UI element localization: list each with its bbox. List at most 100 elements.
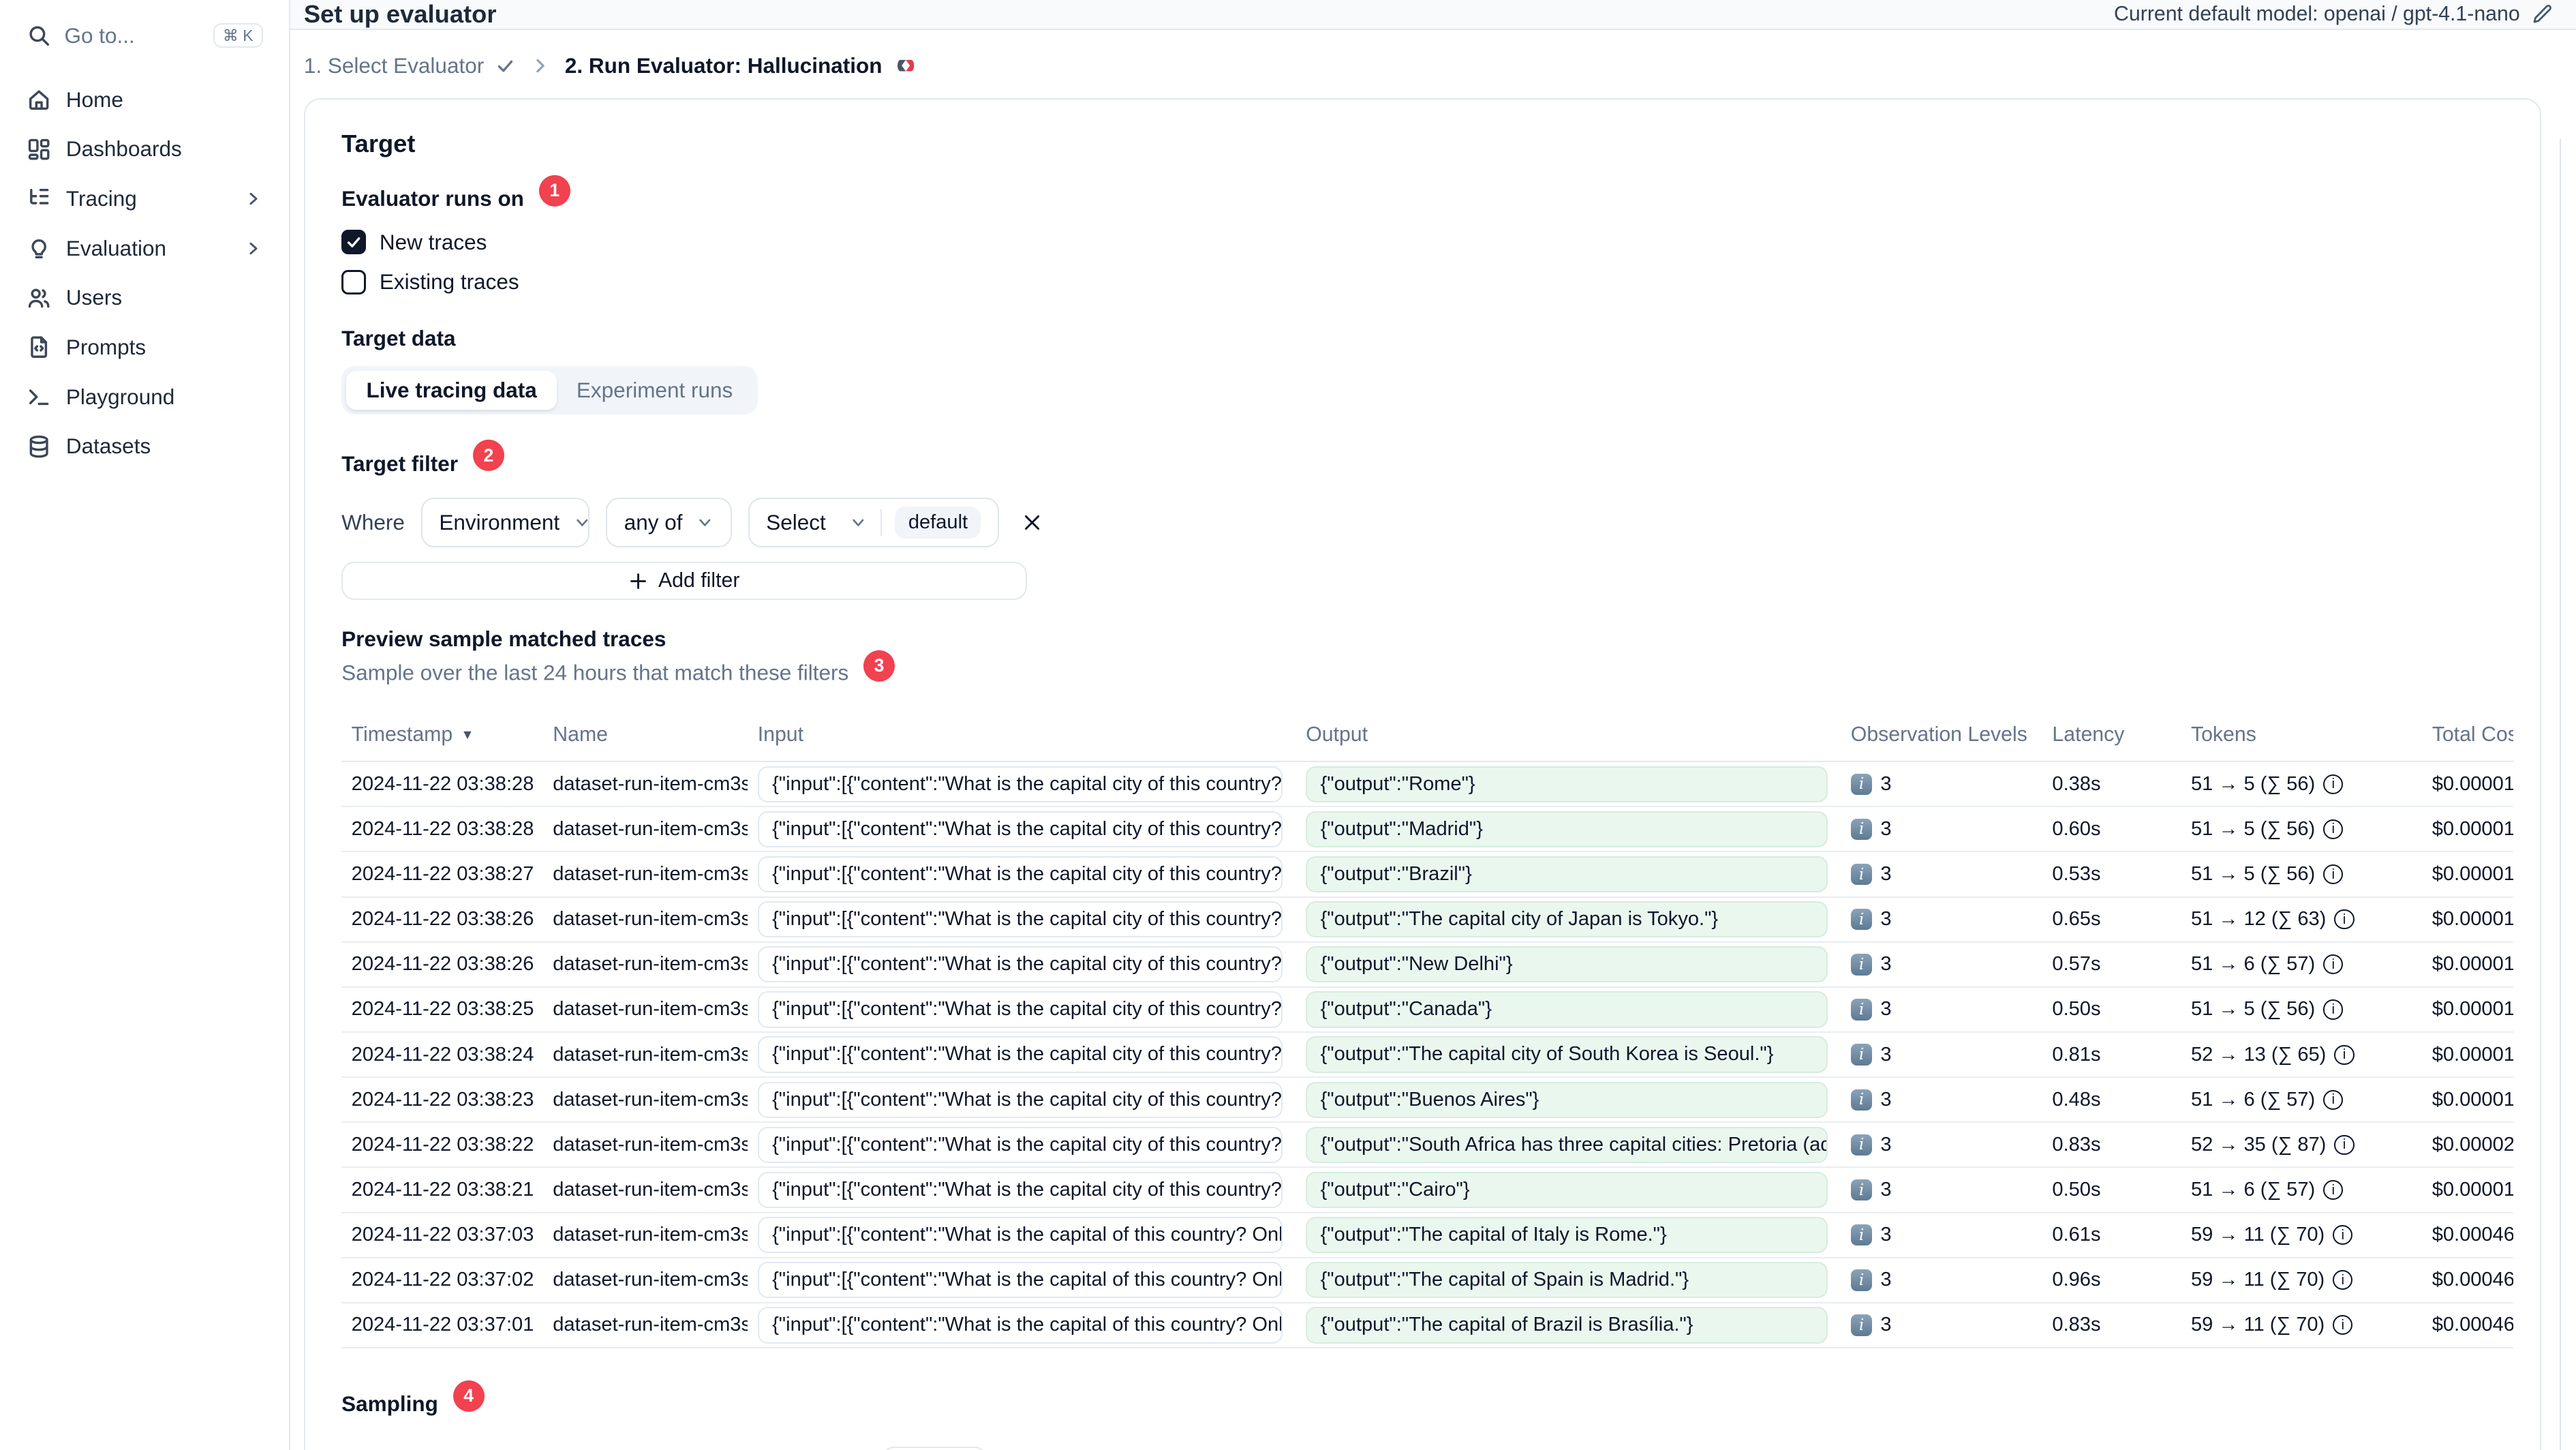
cell-timestamp: 2024-11-22 03:38:23 [351,1088,534,1111]
cell-output[interactable]: {"output":"New Delhi"} [1306,946,1828,983]
add-filter-button[interactable]: Add filter [341,562,1027,601]
table-row[interactable]: 2024-11-22 03:38:28 dataset-run-item-cm3… [341,762,2514,808]
cell-output[interactable]: {"output":"Rome"} [1306,766,1828,802]
cell-input[interactable]: {"input":[{"content":"What is the capita… [757,1307,1283,1344]
column-header-observation-levels[interactable]: Observation Levels [1841,723,2042,746]
cell-output[interactable]: {"output":"The capital of Italy is Rome.… [1306,1217,1828,1254]
page-header: Set up evaluator Current default model: … [290,0,2576,30]
table-row[interactable]: 2024-11-22 03:37:01 dataset-run-item-cm3… [341,1303,2514,1349]
info-circle-icon[interactable]: i [2323,1180,2344,1200]
checkbox-existing-traces[interactable]: Existing traces [341,269,2513,294]
info-circle-icon[interactable]: i [2334,1044,2355,1065]
table-row[interactable]: 2024-11-22 03:38:21 dataset-run-item-cm3… [341,1168,2514,1213]
sidebar: Go to... ⌘ K Home Dashboards Tracing Eva… [0,0,291,1450]
cell-latency: 0.65s [2052,908,2101,931]
table-row[interactable]: 2024-11-22 03:38:22 dataset-run-item-cm3… [341,1123,2514,1168]
info-circle-icon[interactable]: i [2334,909,2355,930]
breadcrumb-step-1[interactable]: 1. Select Evaluator [304,53,515,78]
info-circle-icon[interactable]: i [2323,774,2344,794]
edit-pencil-icon[interactable] [2532,3,2554,25]
preview-title: Preview sample matched traces [341,626,666,651]
table-row[interactable]: 2024-11-22 03:38:23 dataset-run-item-cm3… [341,1078,2514,1123]
window-scrollbar[interactable] [2559,138,2562,1450]
cell-input[interactable]: {"input":[{"content":"What is the capita… [757,901,1283,938]
cell-input[interactable]: {"input":[{"content":"What is the capita… [757,856,1283,893]
info-circle-icon[interactable]: i [2323,954,2344,975]
remove-filter-button[interactable] [1015,506,1048,539]
table-row[interactable]: 2024-11-22 03:38:28 dataset-run-item-cm3… [341,807,2514,853]
cell-output[interactable]: {"output":"The capital of Brazil is Bras… [1306,1307,1828,1344]
table-row[interactable]: 2024-11-22 03:37:03 dataset-run-item-cm3… [341,1213,2514,1258]
info-circle-icon[interactable]: i [2333,1270,2353,1290]
column-header-tokens[interactable]: Tokens [2181,723,2422,746]
cell-tokens: 52 → 13 (∑ 65) [2190,1043,2327,1066]
cell-input[interactable]: {"input":[{"content":"What is the capita… [757,1126,1283,1164]
column-header-total-cost[interactable]: Total Cost [2422,723,2514,746]
sidebar-item-evaluation[interactable]: Evaluation [13,224,276,273]
sidebar-item-prompts[interactable]: Prompts [13,322,276,372]
info-circle-icon[interactable]: i [2323,864,2344,885]
table-row[interactable]: 2024-11-22 03:38:27 dataset-run-item-cm3… [341,852,2514,898]
cell-output[interactable]: {"output":"Brazil"} [1306,856,1828,893]
table-row[interactable]: 2024-11-22 03:38:26 dataset-run-item-cm3… [341,898,2514,943]
info-circle-icon[interactable]: i [2334,1134,2355,1155]
cell-name: dataset-run-item-cm3s4 [553,772,748,795]
cell-input[interactable]: {"input":[{"content":"What is the capita… [757,766,1283,802]
chevron-right-icon [530,56,550,76]
sidebar-item-datasets[interactable]: Datasets [13,421,276,471]
cell-output[interactable]: {"output":"South Africa has three capita… [1306,1126,1828,1164]
info-badge-icon: i [1850,908,1873,931]
table-row[interactable]: 2024-11-22 03:38:25 dataset-run-item-cm3… [341,988,2514,1033]
cell-input[interactable]: {"input":[{"content":"What is the capita… [757,1262,1283,1299]
sidebar-item-dashboards[interactable]: Dashboards [13,124,276,174]
info-badge-icon: i [1850,954,1873,976]
tab-live-tracing-data[interactable]: Live tracing data [346,371,557,410]
column-header-name[interactable]: Name [543,723,748,746]
goto-search[interactable]: Go to... ⌘ K [13,13,276,58]
table-row[interactable]: 2024-11-22 03:37:02 dataset-run-item-cm3… [341,1258,2514,1303]
cell-output[interactable]: {"output":"Cairo"} [1306,1171,1828,1209]
cell-tokens: 51 → 6 (∑ 57) [2190,953,2316,976]
cell-name: dataset-run-item-cm3s4 [553,1224,748,1246]
column-header-output[interactable]: Output [1296,723,1841,746]
column-header-timestamp[interactable]: Timestamp ▼ [341,723,543,746]
info-circle-icon[interactable]: i [2333,1225,2353,1245]
cell-tokens: 59 → 11 (∑ 70) [2190,1224,2325,1246]
sidebar-item-users[interactable]: Users [13,273,276,322]
filter-value-select[interactable]: Select default [748,497,999,547]
cell-input[interactable]: {"input":[{"content":"What is the capita… [757,1036,1283,1073]
sidebar-item-home[interactable]: Home [13,75,276,125]
users-icon [27,286,51,310]
sampling-value-input[interactable]: 100.00 [881,1446,987,1450]
column-header-latency[interactable]: Latency [2042,723,2181,746]
checkbox-new-traces[interactable]: New traces [341,230,2513,255]
cell-input[interactable]: {"input":[{"content":"What is the capita… [757,1217,1283,1254]
cell-output[interactable]: {"output":"Madrid"} [1306,811,1828,848]
filter-column-select[interactable]: Environment [421,497,590,547]
cell-output[interactable]: {"output":"Buenos Aires"} [1306,1081,1828,1118]
cell-input[interactable]: {"input":[{"content":"What is the capita… [757,1171,1283,1209]
cell-input[interactable]: {"input":[{"content":"What is the capita… [757,991,1283,1028]
cell-input[interactable]: {"input":[{"content":"What is the capita… [757,1081,1283,1118]
info-circle-icon[interactable]: i [2323,999,2344,1020]
cell-output[interactable]: {"output":"The capital city of South Kor… [1306,1036,1828,1073]
sidebar-item-playground[interactable]: Playground [13,372,276,422]
filter-operator-select[interactable]: any of [606,497,732,547]
tab-experiment-runs[interactable]: Experiment runs [557,371,752,409]
cell-output[interactable]: {"output":"Canada"} [1306,991,1828,1028]
info-circle-icon[interactable]: i [2333,1315,2353,1335]
table-row[interactable]: 2024-11-22 03:38:24 dataset-run-item-cm3… [341,1033,2514,1078]
sidebar-item-tracing[interactable]: Tracing [13,174,276,224]
terminal-icon [27,384,51,409]
info-circle-icon[interactable]: i [2323,819,2344,839]
annotation-badge-1: 1 [538,175,570,207]
cell-input[interactable]: {"input":[{"content":"What is the capita… [757,811,1283,848]
column-header-input[interactable]: Input [748,723,1295,746]
table-row[interactable]: 2024-11-22 03:38:26 dataset-run-item-cm3… [341,943,2514,988]
info-circle-icon[interactable]: i [2323,1089,2344,1110]
cell-output[interactable]: {"output":"The capital city of Japan is … [1306,901,1828,938]
cell-output[interactable]: {"output":"The capital of Spain is Madri… [1306,1262,1828,1299]
cell-total-cost: $0.000011 ( [2432,817,2514,840]
cell-tokens: 51 → 6 (∑ 57) [2190,1179,2316,1201]
cell-input[interactable]: {"input":[{"content":"What is the capita… [757,946,1283,983]
